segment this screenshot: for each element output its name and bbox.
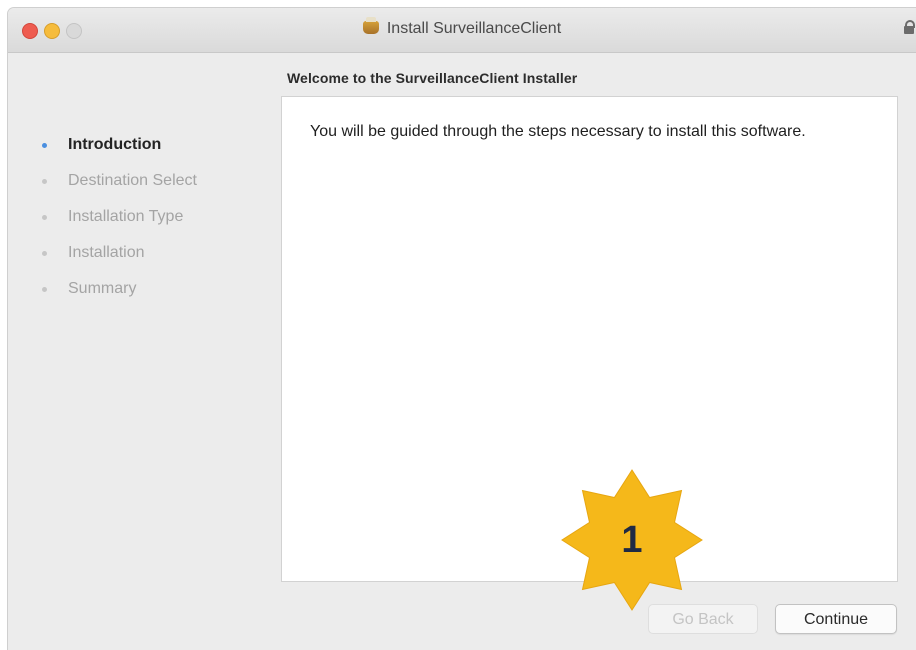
step-installation: Installation [30, 244, 197, 280]
continue-button[interactable]: Continue [775, 604, 897, 634]
window-title-text: Install SurveillanceClient [386, 20, 562, 37]
lock-icon[interactable] [904, 20, 915, 34]
window-title: Install SurveillanceClient [8, 17, 916, 38]
step-label: Installation Type [68, 208, 184, 225]
pane-heading: Welcome to the SurveillanceClient Instal… [287, 70, 578, 86]
step-bullet-icon [42, 143, 47, 148]
button-bar: Go Back Continue [8, 592, 916, 650]
installer-steps: Introduction Destination Select Installa… [30, 136, 197, 316]
step-bullet-icon [42, 179, 47, 184]
step-label: Introduction [68, 136, 162, 153]
step-bullet-icon [42, 251, 47, 256]
step-label: Summary [68, 280, 137, 297]
step-marker-number: 1 [621, 519, 643, 561]
content-text: You will be guided through the steps nec… [310, 123, 806, 140]
title-bar[interactable]: Install SurveillanceClient [8, 8, 916, 53]
step-destination-select: Destination Select [30, 172, 197, 208]
installer-window: Install SurveillanceClient Welcome to th… [8, 8, 916, 650]
step-summary: Summary [30, 280, 197, 316]
step-introduction: Introduction [30, 136, 197, 172]
step-marker-badge: 1 [560, 468, 704, 612]
step-label: Destination Select [68, 172, 197, 189]
installer-package-icon [362, 17, 379, 34]
step-label: Installation [68, 244, 145, 261]
step-installation-type: Installation Type [30, 208, 197, 244]
step-bullet-icon [42, 287, 47, 292]
step-bullet-icon [42, 215, 47, 220]
